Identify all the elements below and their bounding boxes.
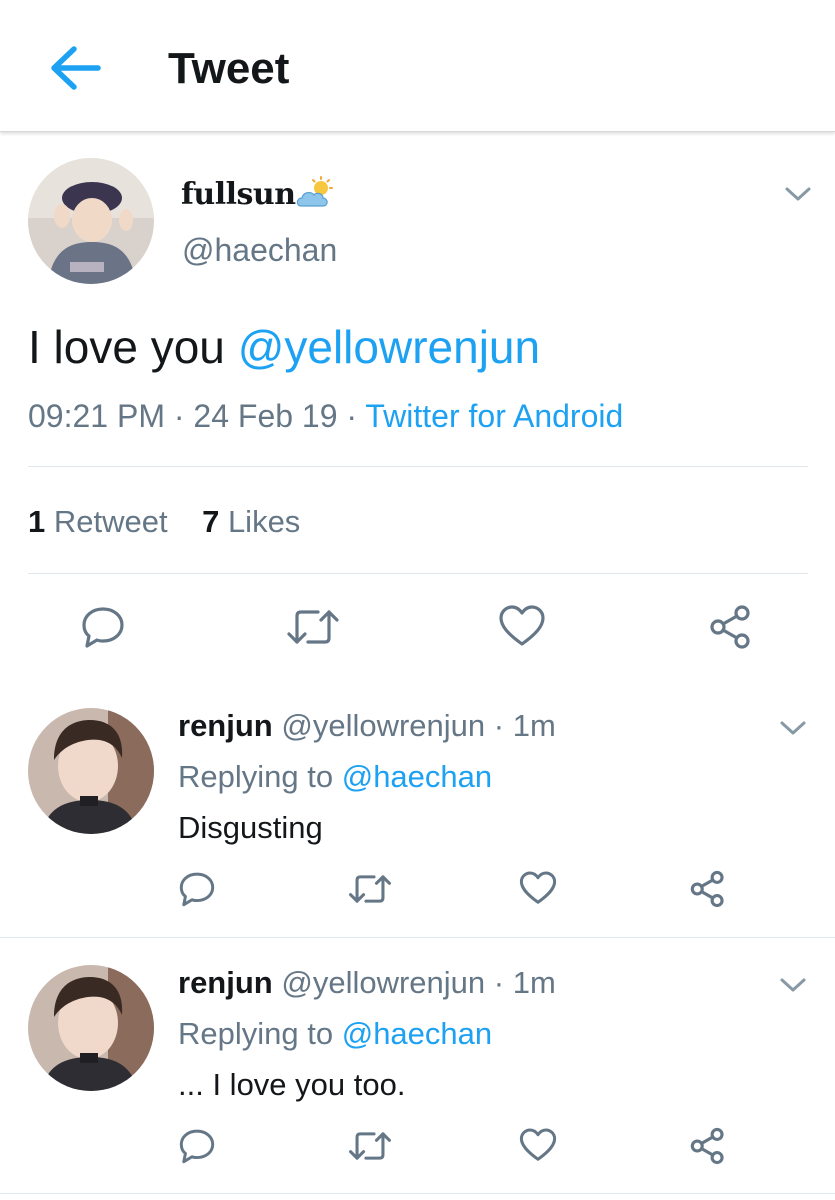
like-count: 7	[202, 504, 220, 539]
retweet-button[interactable]	[348, 1129, 392, 1163]
tweet-text: I love you @yellowrenjun	[28, 320, 540, 374]
reply-author-name[interactable]: renjun	[178, 708, 273, 743]
top-app-bar: Tweet	[0, 0, 835, 132]
likes-stat[interactable]: 7 Likes	[202, 504, 300, 539]
heart-icon	[499, 605, 545, 646]
reply-author-handle[interactable]: @yellowrenjun	[281, 708, 485, 743]
tweet-options-caret[interactable]	[783, 184, 813, 204]
retweet-label: Retweet	[53, 504, 168, 539]
retweet-button[interactable]	[348, 872, 392, 906]
share-button[interactable]	[689, 870, 727, 908]
reply-button[interactable]	[80, 604, 126, 650]
likes-label: Likes	[227, 504, 301, 539]
share-icon	[710, 605, 750, 649]
reply-text: Disgusting	[178, 810, 323, 845]
reply-button[interactable]	[178, 870, 216, 908]
reply-author-name[interactable]: renjun	[178, 965, 273, 1000]
replying-to-label: Replying to	[178, 759, 342, 794]
tweet-stats: 1 Retweet 7 Likes	[28, 504, 300, 540]
meta-separator: ·	[164, 398, 194, 434]
meta-separator: ·	[337, 398, 366, 434]
reply-author-handle[interactable]: @yellowrenjun	[281, 965, 485, 1000]
divider	[0, 1193, 835, 1194]
reply-text: ... I love you too.	[178, 1067, 406, 1102]
sun-behind-cloud-icon	[295, 176, 335, 212]
divider	[28, 466, 808, 467]
reply-time: · 1m	[493, 965, 556, 1000]
reply-header: renjun @yellowrenjun · 1m	[178, 708, 556, 744]
author-handle[interactable]: @haechan	[182, 232, 337, 269]
tweet-meta: 09:21 PM · 24 Feb 19 · Twitter for Andro…	[28, 398, 623, 435]
reply-icon	[82, 607, 124, 648]
retweet-count: 1	[28, 504, 46, 539]
tweet-time: 09:21 PM	[28, 398, 165, 434]
page-title: Tweet	[168, 44, 290, 93]
divider	[28, 573, 808, 574]
reply-icon	[179, 1129, 215, 1164]
retweets-stat[interactable]: 1 Retweet	[28, 504, 168, 539]
reply-options-caret[interactable]	[778, 975, 808, 995]
reply-options-caret[interactable]	[778, 718, 808, 738]
replying-to-link[interactable]: @haechan	[342, 1016, 492, 1051]
replying-to: Replying to @haechan	[178, 759, 492, 795]
reply-avatar[interactable]	[28, 708, 154, 834]
replying-to-link[interactable]: @haechan	[342, 759, 492, 794]
reply-icon	[179, 872, 215, 907]
tweet-source-link[interactable]: Twitter for Android	[365, 398, 623, 434]
author-avatar[interactable]	[28, 158, 154, 284]
chevron-down-icon	[780, 978, 806, 992]
tweet-date: 24 Feb 19	[193, 398, 338, 434]
retweet-icon	[349, 1132, 391, 1160]
chevron-down-icon	[785, 187, 811, 201]
share-button[interactable]	[708, 604, 754, 650]
heart-icon	[519, 1128, 557, 1161]
share-icon	[690, 1127, 724, 1165]
reply-avatar[interactable]	[28, 965, 154, 1091]
retweet-icon	[287, 610, 339, 644]
tweet-body: I love you	[28, 321, 238, 373]
heart-icon	[519, 871, 557, 904]
replying-to-label: Replying to	[178, 1016, 342, 1051]
reply-time: · 1m	[493, 708, 556, 743]
share-button[interactable]	[689, 1127, 727, 1165]
arrow-left-icon	[51, 46, 101, 90]
author-display-name[interactable]: fullsun	[181, 177, 296, 212]
like-button[interactable]	[519, 870, 557, 906]
reply-button[interactable]	[178, 1127, 216, 1165]
retweet-icon	[349, 875, 391, 903]
retweet-button[interactable]	[286, 606, 340, 648]
reply-header: renjun @yellowrenjun · 1m	[178, 965, 556, 1001]
replying-to: Replying to @haechan	[178, 1016, 492, 1052]
like-button[interactable]	[498, 604, 546, 648]
share-icon	[690, 870, 724, 908]
chevron-down-icon	[780, 721, 806, 735]
back-button[interactable]	[44, 38, 104, 98]
divider	[0, 937, 835, 938]
like-button[interactable]	[519, 1127, 557, 1163]
mention-link[interactable]: @yellowrenjun	[238, 321, 540, 373]
